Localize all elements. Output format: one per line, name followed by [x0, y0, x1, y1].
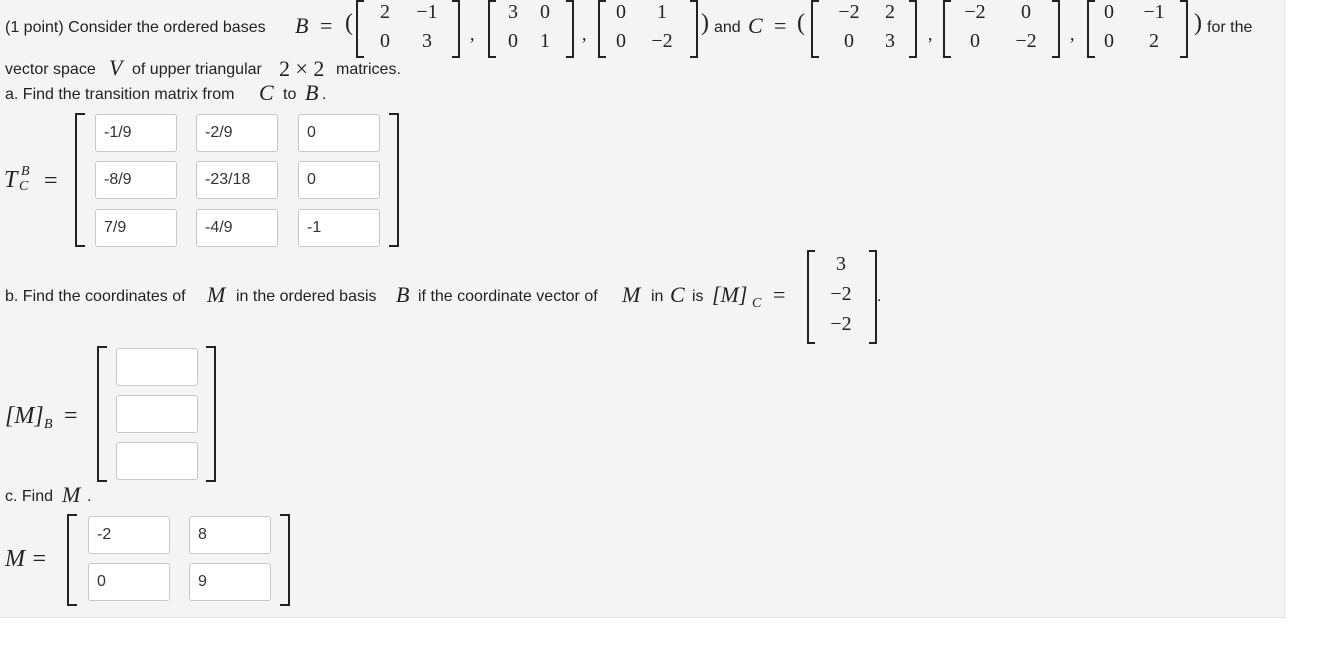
period: . — [322, 86, 327, 103]
matrices-text: matrices. — [336, 61, 401, 78]
matrix-entry: −1 — [416, 1, 438, 23]
answer-input-b-2[interactable] — [116, 395, 198, 433]
is-text: is — [692, 288, 704, 305]
dims-text: 2 × 2 — [279, 56, 325, 81]
answer-input-a-1-1[interactable] — [95, 114, 177, 152]
answer-input-b-1[interactable] — [116, 348, 198, 386]
part-c-prompt: c. Find — [5, 488, 54, 505]
matrix-entry: 3 — [885, 30, 895, 52]
matrix-entry: −2 — [1015, 30, 1037, 52]
matrix-entry: 0 — [540, 1, 550, 23]
m-symbol: M — [62, 482, 81, 507]
answer-input-a-3-3[interactable] — [298, 209, 380, 247]
matrix-entry: 0 — [616, 1, 626, 23]
vector-entry: 3 — [836, 253, 846, 275]
basis-b-symbol: B — [295, 13, 309, 38]
to-text: to — [283, 86, 297, 103]
matrix-entry: 2 — [885, 1, 895, 23]
if-text: if the coordinate vector of — [418, 288, 598, 305]
problem-panel: (1 point) Consider the ordered bases B =… — [0, 0, 1285, 618]
matrix-entry: 2 — [380, 1, 390, 23]
matrix-entry: −2 — [838, 1, 860, 23]
answer-input-b-3[interactable] — [116, 442, 198, 480]
v-symbol: V — [109, 55, 123, 80]
m-matrix-label: M = — [5, 546, 48, 572]
matrix-entry: 0 — [380, 30, 390, 52]
matrix-entry: 0 — [1104, 30, 1114, 52]
c-symbol: C — [670, 282, 685, 307]
matrix-entry: 1 — [657, 1, 667, 23]
matrix-entry: 3 — [508, 1, 518, 23]
in-text: in — [651, 288, 664, 305]
period: . — [87, 488, 92, 505]
c-symbol: C — [259, 80, 274, 105]
upper-triangular-text: of upper triangular — [132, 61, 262, 78]
matrix-entry: 0 — [1021, 1, 1031, 23]
for-the-text: for the — [1207, 19, 1253, 36]
matrix-entry: 2 — [1149, 30, 1159, 52]
answer-input-a-1-2[interactable] — [196, 114, 278, 152]
vector-entry: −2 — [830, 313, 852, 335]
answer-input-a-2-3[interactable] — [298, 161, 380, 199]
answer-input-c-2-2[interactable] — [189, 563, 271, 601]
answer-input-c-2-1[interactable] — [88, 563, 170, 601]
basis-c-symbol: C — [748, 13, 763, 38]
equals-sign: = — [320, 13, 333, 38]
part-b-prompt: b. Find the coordinates of — [5, 288, 186, 305]
in-basis-text: in the ordered basis — [236, 288, 377, 305]
vector-entry: −2 — [830, 283, 852, 305]
matrix-entry: 0 — [844, 30, 854, 52]
intro-text: (1 point) Consider the ordered bases — [5, 19, 266, 36]
matrix-entry: 0 — [1104, 1, 1114, 23]
part-a-prompt: a. Find the transition matrix from — [5, 86, 235, 103]
matrix-entry: 0 — [970, 30, 980, 52]
matrix-entry: 3 — [422, 30, 432, 52]
answer-input-a-2-1[interactable] — [95, 161, 177, 199]
answer-input-a-1-3[interactable] — [298, 114, 380, 152]
equals-sign: = — [773, 282, 786, 307]
answer-input-a-3-2[interactable] — [196, 209, 278, 247]
matrix-entry: −1 — [1143, 1, 1165, 23]
open-paren: ( — [345, 10, 353, 36]
and-text: and — [714, 19, 741, 36]
matrix-entry: 0 — [508, 30, 518, 52]
answer-input-c-1-1[interactable] — [88, 516, 170, 554]
coord-c-label: [M] — [712, 282, 748, 307]
vector-space-text: vector space — [5, 61, 96, 78]
matrix-entry: 1 — [540, 30, 550, 52]
m-symbol: M — [622, 282, 641, 307]
matrix-entry: −2 — [964, 1, 986, 23]
b-symbol: B — [396, 282, 410, 307]
m-symbol: M — [207, 282, 226, 307]
answer-input-a-3-1[interactable] — [95, 209, 177, 247]
answer-input-c-1-2[interactable] — [189, 516, 271, 554]
b-symbol: B — [305, 80, 319, 105]
answer-input-a-2-2[interactable] — [196, 161, 278, 199]
equals-sign: = — [774, 13, 787, 38]
matrix-entry: 0 — [616, 30, 626, 52]
matrix-entry: −2 — [651, 30, 673, 52]
coord-c-subscript: C — [752, 296, 762, 311]
